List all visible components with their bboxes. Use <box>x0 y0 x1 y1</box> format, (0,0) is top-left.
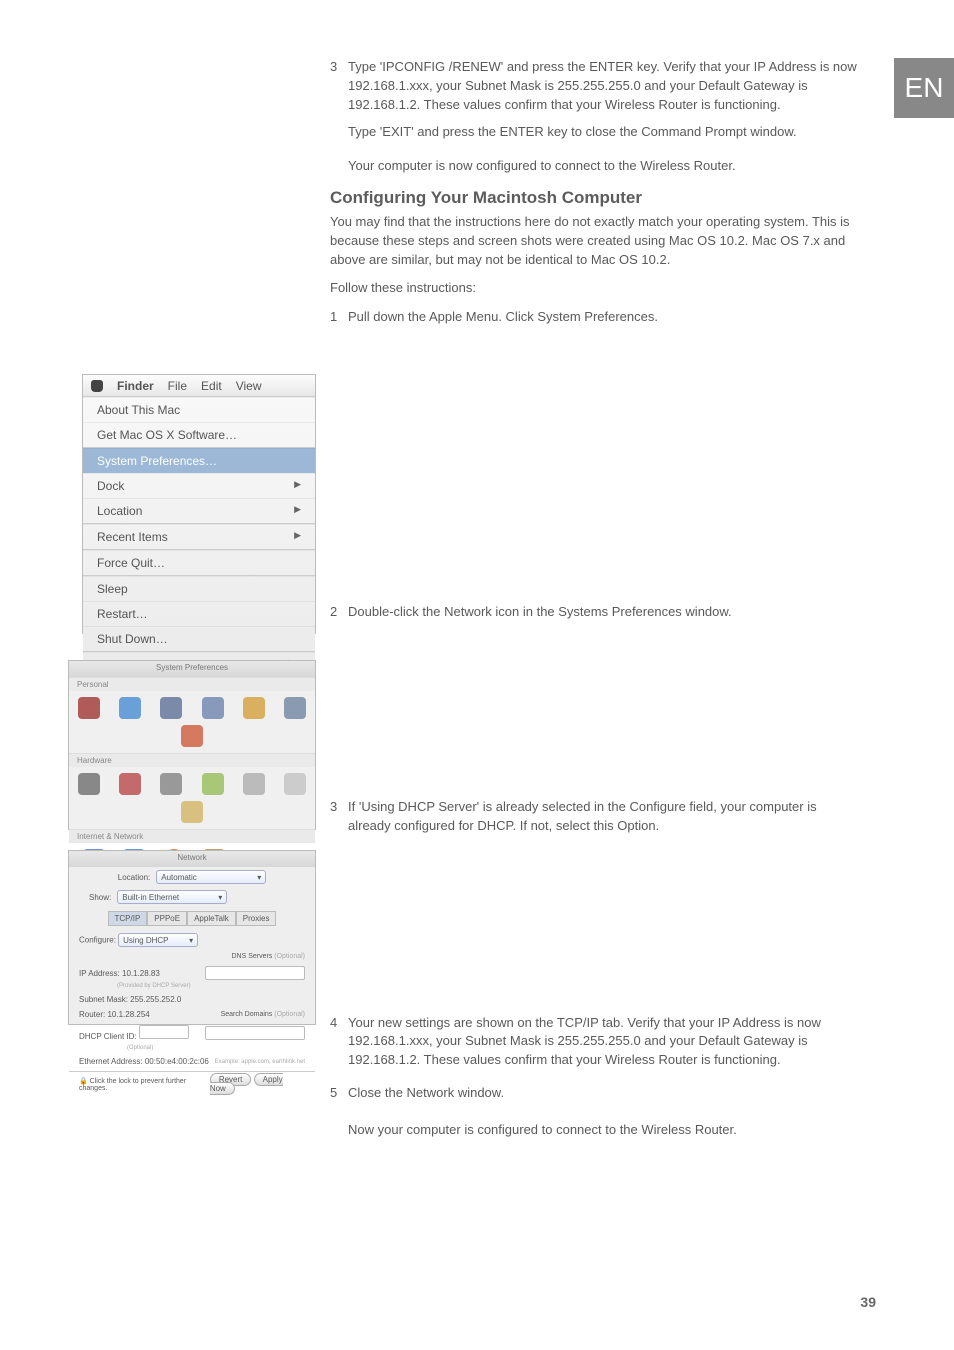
label: DHCP Client ID: <box>79 1032 137 1041</box>
label: Location: <box>118 873 150 882</box>
menu-item: Dock▶ <box>83 473 315 498</box>
menubar-item: Edit <box>201 379 222 393</box>
configure-dropdown: Using DHCP▾ <box>118 933 198 947</box>
label: Show: <box>89 893 111 902</box>
dns-field <box>205 966 305 980</box>
step-text: Double-click the Network icon in the Sys… <box>348 603 860 622</box>
step-number: 3 <box>330 798 348 836</box>
label: Configure: <box>79 936 116 945</box>
step-number: 2 <box>330 603 348 622</box>
lock-text: Click the lock to prevent further change… <box>79 1078 186 1092</box>
tab-appletalk: AppleTalk <box>187 911 236 926</box>
client-field <box>139 1025 189 1039</box>
body-text: Your computer is now configured to conne… <box>348 157 860 176</box>
body-text: You may find that the instructions here … <box>330 213 860 270</box>
window-title: Network <box>69 851 315 867</box>
label: Router: <box>79 1010 105 1019</box>
section-heading: Configuring Your Macintosh Computer <box>330 186 860 211</box>
prefs-section: Internet & Network <box>69 829 315 843</box>
tab-pppoe: PPPoE <box>147 911 187 926</box>
location-dropdown: Automatic▾ <box>156 870 266 884</box>
menu-item: Get Mac OS X Software… <box>83 422 315 447</box>
menu-item: About This Mac <box>83 397 315 422</box>
body-text: Follow these instructions: <box>330 279 860 298</box>
menu-item-selected: System Preferences… <box>83 448 315 473</box>
main-text-column: 3 Type 'IPCONFIG /RENEW' and press the E… <box>330 58 860 1148</box>
menu-item: Recent Items▶ <box>83 524 315 549</box>
search-field <box>205 1026 305 1040</box>
label: IP Address: <box>79 969 120 978</box>
step-number: 5 <box>330 1084 348 1103</box>
menu-item: Shut Down… <box>83 626 315 651</box>
hint: (Optional) <box>79 1045 153 1051</box>
show-dropdown: Built-in Ethernet▾ <box>117 890 227 904</box>
page-number: 39 <box>860 1294 876 1310</box>
menubar-item: Finder <box>117 379 154 393</box>
label: DNS Servers <box>231 953 272 960</box>
menubar-item: File <box>168 379 187 393</box>
menu-item: Sleep <box>83 576 315 601</box>
language-tab: EN <box>894 58 954 118</box>
menu-item: Force Quit… <box>83 550 315 575</box>
step-number: 4 <box>330 1014 348 1071</box>
step-text: Type 'IPCONFIG /RENEW' and press the ENT… <box>348 58 860 115</box>
value: 10.1.28.254 <box>107 1010 149 1019</box>
value: 255.255.252.0 <box>130 995 181 1004</box>
menu-item: Location▶ <box>83 498 315 523</box>
prefs-section: Personal <box>69 677 315 691</box>
body-text: Type 'EXIT' and press the ENTER key to c… <box>348 123 860 142</box>
body-text: Now your computer is configured to conne… <box>348 1121 860 1140</box>
step-text: Pull down the Apple Menu. Click System P… <box>348 308 860 327</box>
tab-tcpip: TCP/IP <box>108 911 148 926</box>
screenshot-system-preferences: System Preferences Personal Hardware Int… <box>68 660 316 830</box>
window-title: System Preferences <box>69 661 315 677</box>
value: 10.1.28.83 <box>122 969 160 978</box>
apple-icon <box>91 380 103 392</box>
hint: Example: apple.com, earthlink.net <box>215 1059 305 1065</box>
step-number: 1 <box>330 308 348 327</box>
step-number: 3 <box>330 58 348 115</box>
screenshot-apple-menu: Finder File Edit View About This Mac Get… <box>82 374 316 634</box>
step-text: Your new settings are shown on the TCP/I… <box>348 1014 860 1071</box>
step-text: If 'Using DHCP Server' is already select… <box>348 798 860 836</box>
menubar-item: View <box>236 379 262 393</box>
label: Ethernet Address: <box>79 1057 143 1066</box>
step-text: Close the Network window. <box>348 1084 860 1103</box>
label: Subnet Mask: <box>79 995 128 1004</box>
prefs-section: Hardware <box>69 753 315 767</box>
tab-proxies: Proxies <box>236 911 277 926</box>
label: Search Domains <box>221 1011 273 1018</box>
menu-item: Restart… <box>83 601 315 626</box>
screenshot-network-pane: Network Location: Automatic▾ Show: Built… <box>68 850 316 1025</box>
hint: (Provided by DHCP Server) <box>79 983 191 989</box>
value: 00:50:e4:00:2c:06 <box>145 1057 209 1066</box>
